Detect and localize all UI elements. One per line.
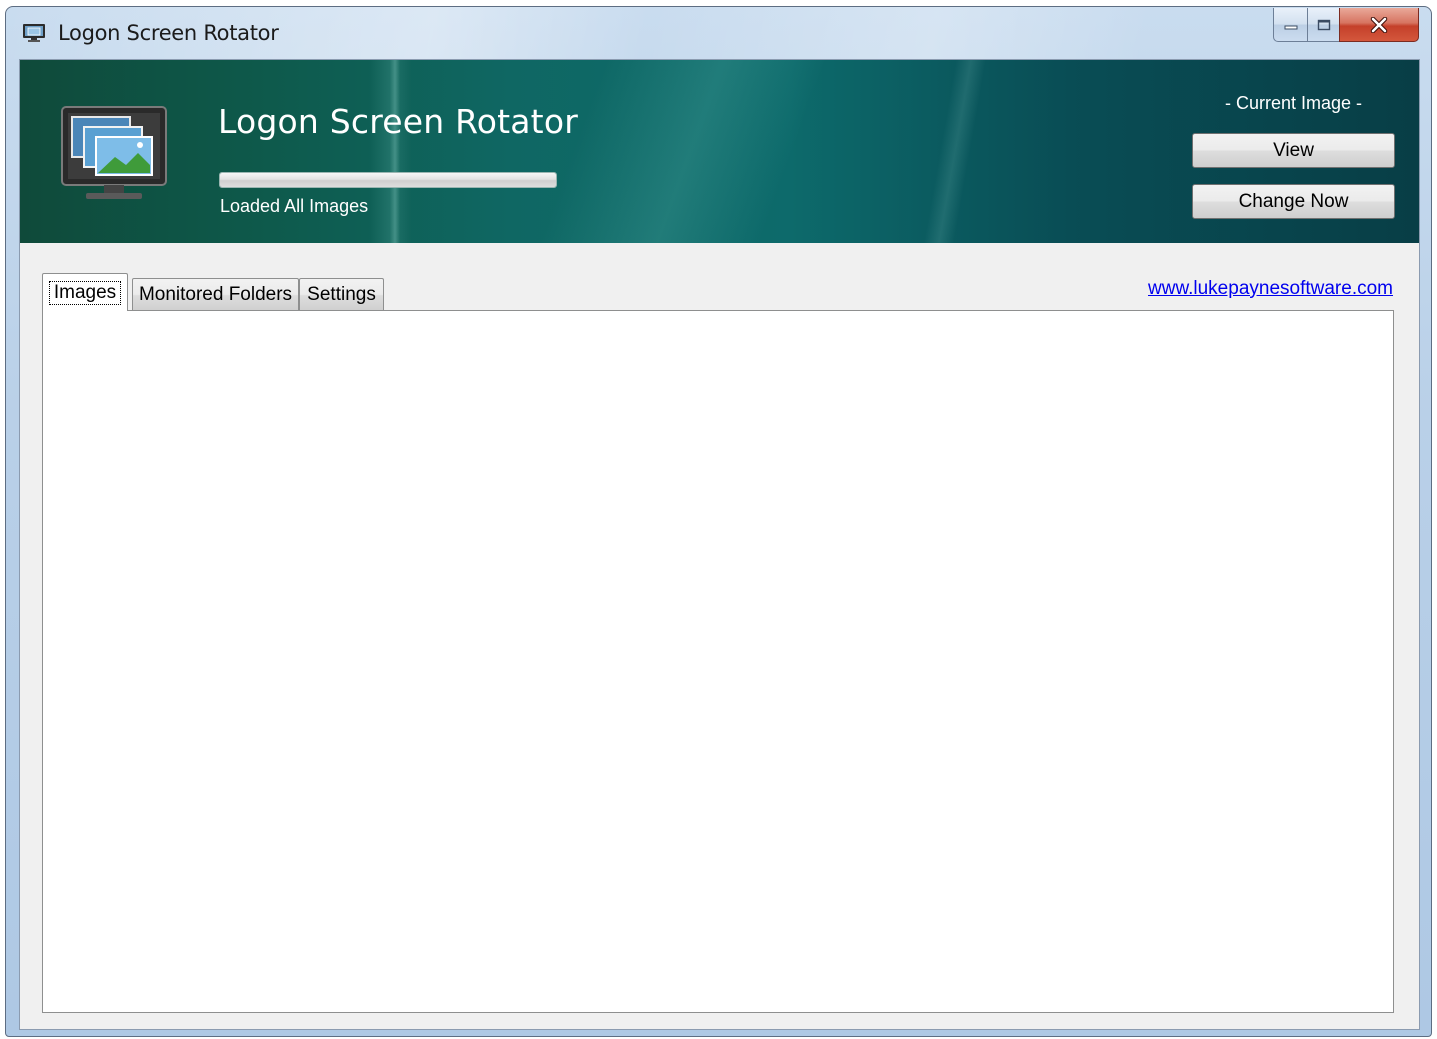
client-area: Logon Screen Rotator Loaded All Images -… — [19, 59, 1420, 1030]
status-text: Loaded All Images — [220, 196, 369, 216]
close-icon — [1370, 16, 1388, 33]
app-title: Logon Screen Rotator — [218, 102, 578, 141]
window-title: Logon Screen Rotator — [58, 21, 279, 45]
close-button[interactable] — [1339, 8, 1419, 42]
view-button[interactable]: View — [1192, 133, 1395, 168]
progress-fill — [220, 173, 556, 187]
website-link[interactable]: www.lukepaynesoftware.com — [1148, 278, 1393, 300]
monitor-icon — [23, 24, 45, 42]
minimize-button[interactable] — [1273, 8, 1307, 42]
caption-buttons — [1273, 8, 1419, 42]
images-tab-panel — [42, 310, 1394, 1013]
tab-label: Monitored Folders — [138, 284, 293, 305]
tab-images[interactable]: Images — [42, 273, 128, 311]
title-bar[interactable]: Logon Screen Rotator — [6, 7, 1431, 59]
tab-label: Images — [48, 280, 122, 305]
header-banner: Logon Screen Rotator Loaded All Images -… — [20, 60, 1419, 243]
app-window: Logon Screen Rotator Logon Screen Rotato… — [5, 6, 1432, 1037]
tab-settings[interactable]: Settings — [299, 278, 384, 311]
current-image-label: - Current Image - — [1224, 93, 1363, 113]
tab-label: Settings — [307, 284, 376, 305]
maximize-button[interactable] — [1307, 8, 1339, 42]
monitor-with-pictures-icon — [61, 106, 167, 199]
loading-progress-bar — [219, 172, 557, 188]
maximize-icon — [1317, 19, 1330, 30]
banner-decoration — [923, 60, 987, 243]
minimize-icon — [1284, 25, 1297, 29]
tab-monitored-folders[interactable]: Monitored Folders — [132, 278, 299, 311]
banner-decoration — [390, 60, 400, 243]
change-now-button[interactable]: Change Now — [1192, 184, 1395, 219]
